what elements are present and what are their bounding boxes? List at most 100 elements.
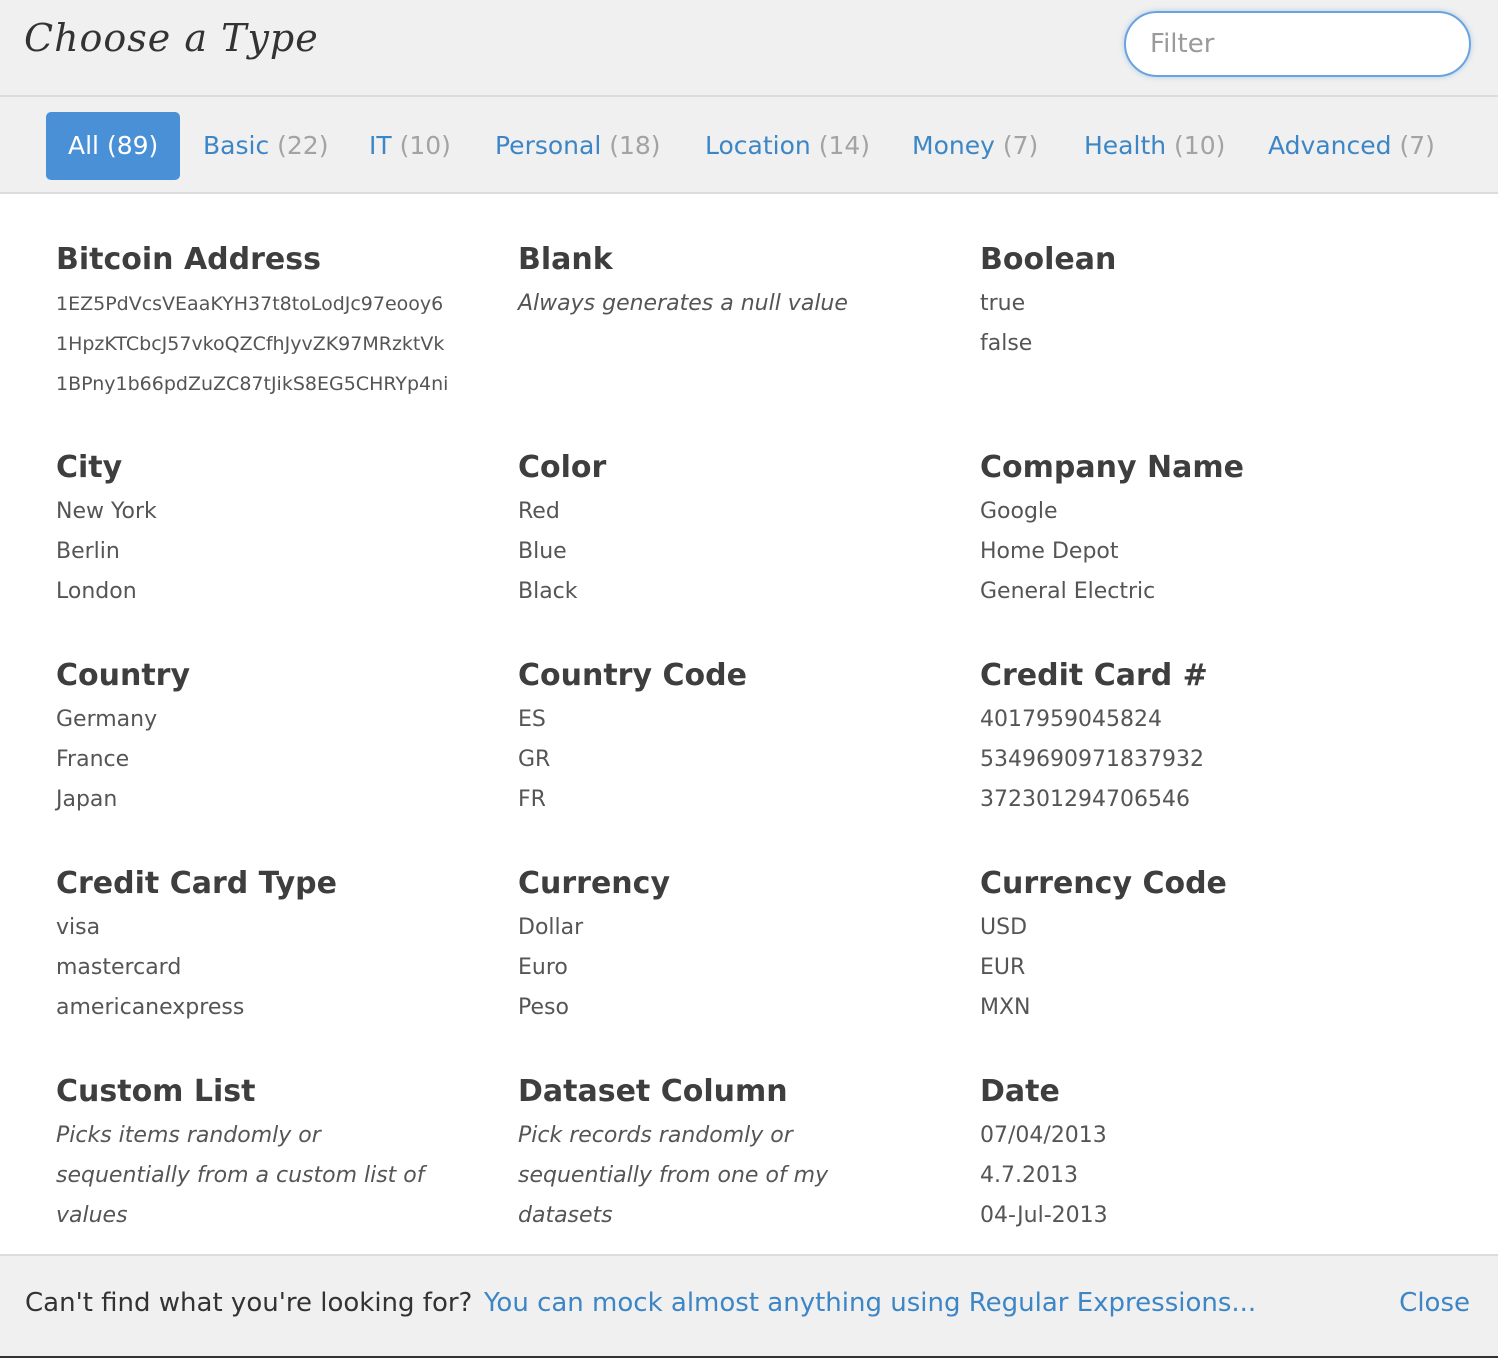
category-tabs: All (89) Basic (22) IT (10) Personal (18…	[0, 97, 1498, 194]
type-example: Peso	[518, 995, 569, 1020]
type-country-code[interactable]: Country Code ES GR FR	[518, 656, 958, 820]
type-currency[interactable]: Currency Dollar Euro Peso	[518, 864, 958, 1028]
type-grid: Bitcoin Address 1EZ5PdVcsVEaaKYH37t8toLo…	[0, 194, 1498, 1254]
type-description: Pick records randomly or sequentially fr…	[518, 1123, 829, 1228]
tab-label: Basic	[203, 131, 270, 160]
tab-label: Health	[1084, 131, 1167, 160]
type-example: true	[980, 291, 1026, 316]
type-name: City	[56, 450, 123, 485]
tab-count: (7)	[1002, 131, 1039, 160]
type-example: Home Depot	[980, 539, 1119, 564]
type-boolean[interactable]: Boolean true false	[980, 240, 1420, 364]
type-blank[interactable]: Blank Always generates a null value	[518, 240, 958, 324]
type-company-name[interactable]: Company Name Google Home Depot General E…	[980, 448, 1420, 612]
type-credit-card-type[interactable]: Credit Card Type visa mastercard america…	[56, 864, 496, 1028]
tab-count: (18)	[609, 131, 661, 160]
type-example: 1HpzKTCbcJ57vkoQZCfhJyvZK97MRzktVk	[56, 333, 445, 355]
type-example: 04-Jul-2013	[980, 1203, 1108, 1228]
type-name: Credit Card Type	[56, 866, 337, 901]
type-dataset-column[interactable]: Dataset Column Pick records randomly or …	[518, 1072, 958, 1236]
tab-all[interactable]: All (89)	[46, 112, 181, 180]
type-name: Country	[56, 658, 191, 693]
tab-label: Location	[705, 131, 811, 160]
type-example: Japan	[56, 787, 118, 812]
type-example: General Electric	[980, 579, 1156, 604]
regex-link[interactable]: You can mock almost anything using Regul…	[484, 1288, 1256, 1318]
tab-label: IT	[369, 131, 392, 160]
type-description: Always generates a null value	[518, 291, 848, 316]
type-example: 1BPny1b66pdZuZC87tJikS8EG5CHRYp4ni	[56, 373, 449, 395]
type-example: New York	[56, 499, 157, 524]
type-example: 07/04/2013	[980, 1123, 1107, 1148]
type-example: visa	[56, 915, 101, 940]
type-example: 5349690971837932	[980, 747, 1204, 772]
tab-count: (22)	[277, 131, 329, 160]
type-example: Berlin	[56, 539, 120, 564]
type-name: Country Code	[518, 658, 747, 693]
type-country[interactable]: Country Germany France Japan	[56, 656, 496, 820]
type-example: Dollar	[518, 915, 584, 940]
tab-personal[interactable]: Personal (18)	[495, 112, 661, 180]
type-currency-code[interactable]: Currency Code USD EUR MXN	[980, 864, 1420, 1028]
tab-label: Personal	[495, 131, 602, 160]
type-example: Red	[518, 499, 560, 524]
type-name: Date	[980, 1074, 1060, 1109]
type-example: false	[980, 331, 1033, 356]
tab-count: (10)	[399, 131, 451, 160]
type-name: Currency	[518, 866, 671, 901]
type-example: London	[56, 579, 137, 604]
type-credit-card-number[interactable]: Credit Card # 4017959045824 534969097183…	[980, 656, 1420, 820]
tab-location[interactable]: Location (14)	[705, 112, 870, 180]
tab-count: (14)	[818, 131, 871, 160]
type-name: Credit Card #	[980, 658, 1208, 693]
tab-it[interactable]: IT (10)	[369, 112, 451, 180]
modal-title: Choose a Type	[24, 16, 319, 60]
type-example: MXN	[980, 995, 1031, 1020]
choose-type-modal: Choose a Type All (89) Basic (22) IT (10…	[0, 0, 1498, 1358]
tab-label: Money	[912, 131, 995, 160]
type-example: Black	[518, 579, 578, 604]
type-date[interactable]: Date 07/04/2013 4.7.2013 04-Jul-2013	[980, 1072, 1420, 1236]
type-city[interactable]: City New York Berlin London	[56, 448, 496, 612]
type-name: Currency Code	[980, 866, 1227, 901]
type-description: Picks items randomly or sequentially fro…	[56, 1123, 425, 1228]
filter-input[interactable]	[1124, 11, 1471, 77]
type-example: EUR	[980, 955, 1026, 980]
modal-footer: Can't find what you're looking for? You …	[0, 1254, 1498, 1358]
tab-health[interactable]: Health (10)	[1084, 112, 1225, 180]
type-bitcoin-address[interactable]: Bitcoin Address 1EZ5PdVcsVEaaKYH37t8toLo…	[56, 240, 496, 404]
type-example: France	[56, 747, 130, 772]
type-example: USD	[980, 915, 1028, 940]
type-color[interactable]: Color Red Blue Black	[518, 448, 958, 612]
type-example: Blue	[518, 539, 567, 564]
tab-advanced[interactable]: Advanced (7)	[1268, 112, 1435, 180]
type-name: Boolean	[980, 242, 1117, 277]
type-example: Euro	[518, 955, 568, 980]
type-example: Google	[980, 499, 1058, 524]
tab-count: (7)	[1399, 131, 1435, 160]
type-example: 4.7.2013	[980, 1163, 1078, 1188]
type-example: 4017959045824	[980, 707, 1162, 732]
tab-label: Advanced	[1268, 131, 1392, 160]
type-name: Dataset Column	[518, 1074, 788, 1109]
type-name: Custom List	[56, 1074, 256, 1109]
modal-header: Choose a Type	[0, 0, 1498, 97]
tab-basic[interactable]: Basic (22)	[203, 112, 328, 180]
type-example: ES	[518, 707, 546, 732]
tab-count: (89)	[106, 131, 159, 160]
tab-label: All	[68, 131, 99, 160]
type-name: Bitcoin Address	[56, 242, 321, 277]
close-button[interactable]: Close	[1399, 1288, 1470, 1318]
tab-count: (10)	[1174, 131, 1226, 160]
type-example: Germany	[56, 707, 158, 732]
type-example: FR	[518, 787, 546, 812]
help-question: Can't find what you're looking for?	[25, 1288, 473, 1318]
tab-money[interactable]: Money (7)	[912, 112, 1038, 180]
type-example: 372301294706546	[980, 787, 1190, 812]
type-name: Blank	[518, 242, 613, 277]
type-name: Color	[518, 450, 607, 485]
type-example: mastercard	[56, 955, 182, 980]
type-example: 1EZ5PdVcsVEaaKYH37t8toLodJc97eooy6	[56, 293, 444, 315]
type-custom-list[interactable]: Custom List Picks items randomly or sequ…	[56, 1072, 496, 1236]
type-name: Company Name	[980, 450, 1244, 485]
